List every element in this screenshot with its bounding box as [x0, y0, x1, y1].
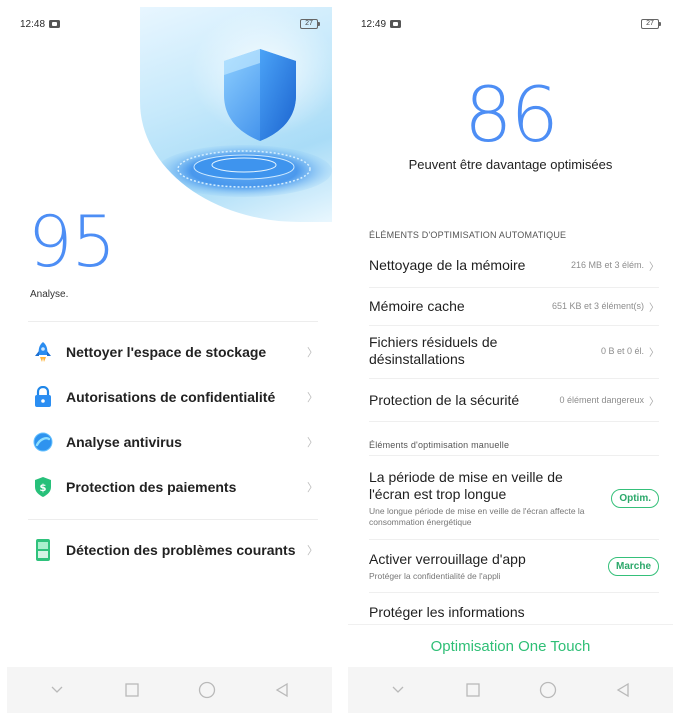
auto-item-title: Mémoire cache	[369, 297, 465, 314]
divider	[369, 455, 659, 456]
manual-section-heading: Éléments d'optimisation manuelle	[369, 440, 510, 450]
menu-item-label: Analyse antivirus	[66, 434, 182, 450]
back-button[interactable]	[612, 679, 634, 701]
chevron-right-icon: 〉	[307, 347, 318, 359]
scan-platform-icon	[156, 145, 332, 197]
menu-item-label: Autorisations de confidentialité	[66, 389, 276, 405]
security-score: 95	[28, 201, 116, 283]
menu-item-label: Protection des paiements	[66, 479, 237, 495]
payment-shield-icon: $	[33, 475, 53, 499]
divider	[369, 592, 659, 593]
manual-item-title: La période de mise en veille de l'écran …	[369, 468, 563, 502]
auto-item-detail: 216 MB et 3 élém.	[570, 260, 644, 270]
manual-item-protect-info[interactable]: Protéger les informations	[369, 602, 659, 622]
status-time: 12:48	[20, 18, 46, 30]
one-touch-optimize-button[interactable]: Optimisation One Touch	[348, 624, 673, 668]
manual-item-screen-timeout: La période de mise en veille de l'écran …	[369, 465, 659, 531]
chevron-right-icon: 〉	[649, 261, 659, 273]
status-bar: 12:48 27	[7, 7, 332, 41]
menu-item-clean-storage[interactable]: Nettoyer l'espace de stockage 〉	[7, 330, 332, 374]
status-bar: 12:49 27	[348, 7, 673, 41]
divider	[369, 378, 659, 379]
auto-item-security-protection[interactable]: Protection de la sécurité 0 élément dang…	[369, 382, 659, 418]
battery-level: 27	[641, 19, 659, 29]
home-button[interactable]	[196, 679, 218, 701]
auto-item-memory-cleanup[interactable]: Nettoyage de la mémoire 216 MB et 3 élém…	[369, 250, 659, 280]
manual-item-title: Protéger les informations	[369, 603, 525, 620]
navigation-bar	[7, 667, 332, 713]
home-button[interactable]	[537, 679, 559, 701]
shield-icon	[224, 49, 296, 141]
phone-diagnostic-icon	[33, 538, 53, 562]
antivirus-icon	[33, 430, 53, 454]
optimize-button[interactable]: Optim.	[611, 488, 659, 508]
menu-item-label: Nettoyer l'espace de stockage	[66, 344, 267, 360]
divider	[369, 421, 659, 422]
divider	[369, 325, 659, 326]
chevron-right-icon: 〉	[649, 396, 659, 408]
chevron-right-icon: 〉	[307, 545, 318, 557]
security-home-screen: 12:48 27 95 Analyse. Nettoyer l'espace d…	[7, 7, 332, 713]
auto-item-detail: 0 B et 0 él.	[600, 346, 644, 356]
enable-app-lock-button[interactable]: Marche	[607, 556, 659, 576]
auto-item-title: Fichiers résiduels de désinstallations	[369, 334, 498, 367]
menu-item-label: Détection des problèmes courants	[66, 542, 296, 558]
rocket-icon	[33, 340, 53, 364]
divider	[28, 519, 318, 520]
menu-item-payment-protection[interactable]: $ Protection des paiements 〉	[7, 465, 332, 509]
chevron-right-icon: 〉	[307, 437, 318, 449]
divider	[28, 321, 318, 322]
auto-item-title: Protection de la sécurité	[369, 391, 520, 408]
chevron-right-icon: 〉	[649, 302, 659, 314]
recent-apps-button[interactable]	[462, 679, 484, 701]
auto-item-residual-files[interactable]: Fichiers résiduels de désinstallations 0…	[369, 329, 659, 373]
notification-icon	[49, 20, 61, 28]
svg-text:$: $	[40, 483, 47, 494]
menu-item-antivirus[interactable]: Analyse antivirus 〉	[7, 420, 332, 464]
notification-icon	[390, 20, 402, 28]
menu-item-privacy-permissions[interactable]: Autorisations de confidentialité 〉	[7, 375, 332, 419]
manual-item-title: Activer verrouillage d'app	[369, 550, 526, 567]
auto-item-cache[interactable]: Mémoire cache 651 KB et 3 élément(s) 〉	[369, 288, 659, 324]
battery-icon: 27	[300, 19, 320, 29]
menu-item-common-issues[interactable]: Détection des problèmes courants 〉	[7, 528, 332, 572]
manual-item-description: Protéger la confidentialité de l'appli	[369, 570, 501, 581]
auto-item-detail: 651 KB et 3 élément(s)	[551, 301, 644, 311]
recent-apps-button[interactable]	[121, 679, 143, 701]
chevron-down-icon[interactable]	[387, 679, 409, 701]
back-button[interactable]	[271, 679, 293, 701]
scan-status-label: Analyse.	[30, 289, 69, 300]
chevron-right-icon: 〉	[307, 482, 318, 494]
optimization-score: 86	[464, 70, 559, 159]
optimization-screen: 12:49 27 86 Peuvent être davantage optim…	[348, 7, 673, 713]
divider	[369, 539, 659, 540]
chevron-right-icon: 〉	[307, 392, 318, 404]
manual-item-description: Une longue période de mise en veille de …	[369, 505, 585, 527]
chevron-down-icon[interactable]	[46, 679, 68, 701]
battery-level: 27	[300, 19, 318, 29]
navigation-bar	[348, 667, 673, 713]
auto-item-title: Nettoyage de la mémoire	[369, 256, 526, 273]
battery-icon: 27	[641, 19, 661, 29]
manual-item-app-lock: Activer verrouillage d'app Protéger la c…	[369, 548, 659, 584]
optimization-subtitle: Peuvent être davantage optimisées	[408, 157, 613, 172]
lock-icon	[33, 385, 53, 409]
auto-item-detail: 0 élément dangereux	[559, 395, 644, 405]
status-time: 12:49	[361, 18, 387, 30]
chevron-right-icon: 〉	[649, 347, 659, 359]
auto-section-heading: ÉLÉMENTS D'OPTIMISATION AUTOMATIQUE	[369, 230, 567, 240]
